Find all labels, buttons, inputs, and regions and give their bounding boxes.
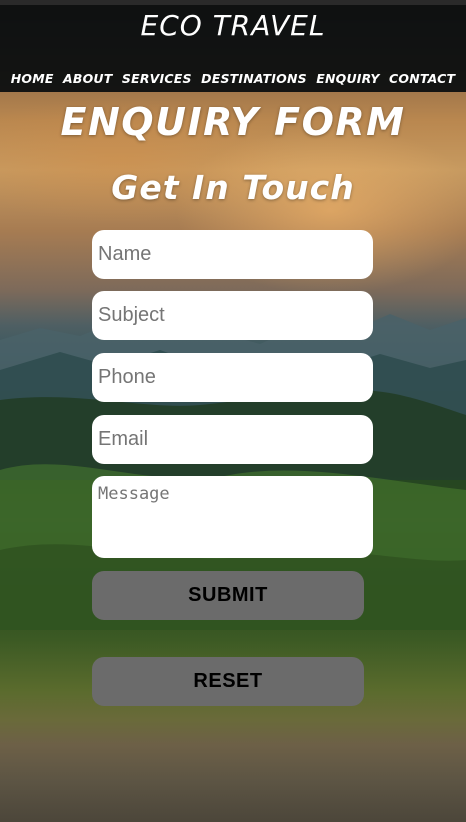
nav-about-link[interactable]: ABOUT xyxy=(63,71,113,86)
subject-input[interactable] xyxy=(92,291,373,340)
nav-destinations-link[interactable]: DESTINATIONS xyxy=(201,71,307,86)
form-subtitle: Get In Touch xyxy=(111,168,355,207)
nav-contact-link[interactable]: CONTACT xyxy=(389,71,455,86)
nav-enquiry-link[interactable]: ENQUIRY xyxy=(316,71,379,86)
email-input[interactable] xyxy=(92,415,373,464)
site-header: ECO TRAVEL HOME ABOUT SERVICES DESTINATI… xyxy=(0,0,466,92)
nav-home-link[interactable]: HOME xyxy=(11,71,54,86)
phone-input[interactable] xyxy=(92,353,373,402)
main-nav: HOME ABOUT SERVICES DESTINATIONS ENQUIRY… xyxy=(0,71,466,86)
submit-button[interactable]: SUBMIT xyxy=(92,571,364,620)
message-textarea[interactable] xyxy=(92,476,373,558)
nav-services-link[interactable]: SERVICES xyxy=(122,71,192,86)
name-input[interactable] xyxy=(92,230,373,279)
site-title[interactable]: ECO TRAVEL xyxy=(0,9,466,42)
page-title: ENQUIRY FORM xyxy=(60,100,406,144)
reset-button[interactable]: RESET xyxy=(92,657,364,706)
